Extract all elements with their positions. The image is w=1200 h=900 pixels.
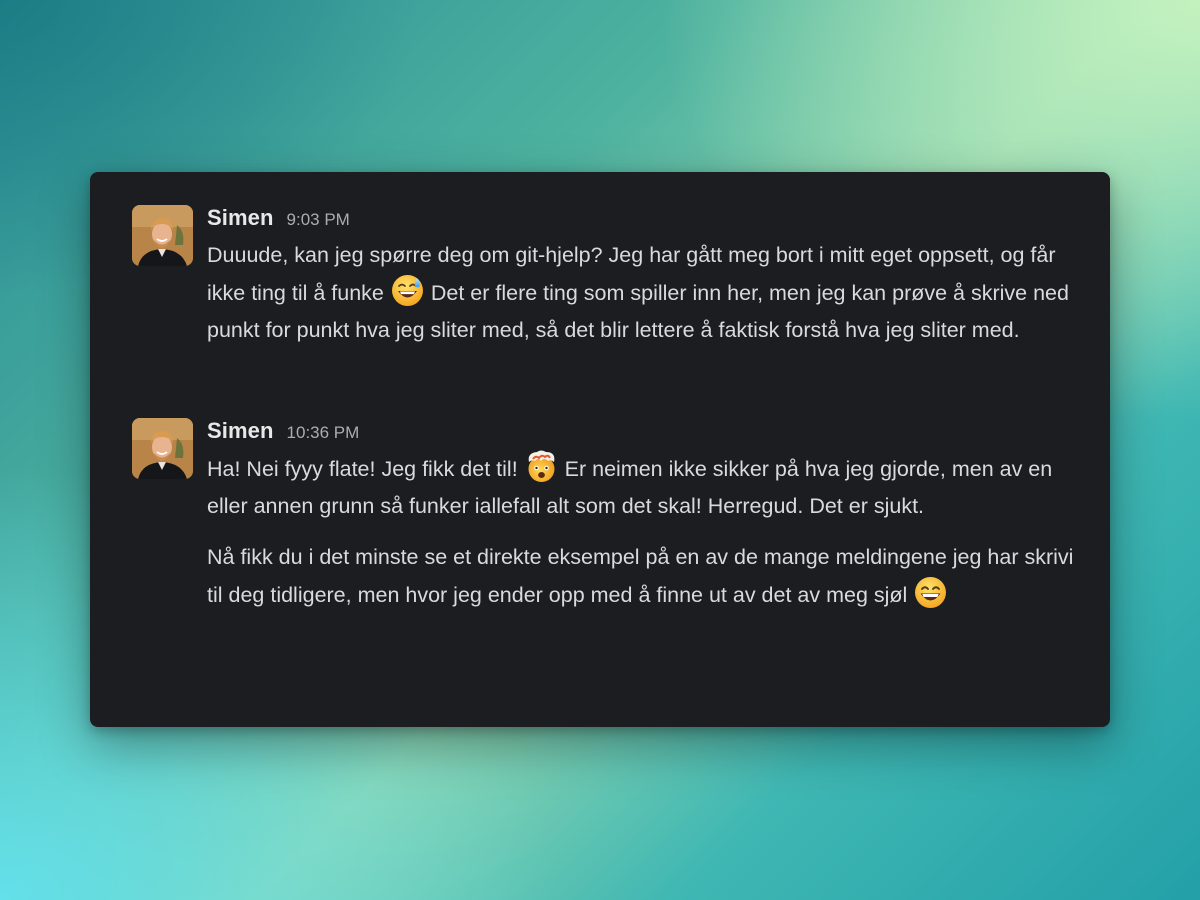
avatar[interactable]	[132, 205, 193, 266]
grinning-sweat-emoji-icon	[391, 274, 424, 307]
message-body: Simen 10:36 PM Ha! Nei fyyy flate! Jeg f…	[207, 418, 1080, 614]
message-card: Simen 9:03 PM Duuude, kan jeg spørre deg…	[90, 172, 1110, 727]
grinning-emoji-icon	[914, 576, 947, 609]
author-name[interactable]: Simen	[207, 418, 274, 444]
message-text-part: Ha! Nei fyyy flate! Jeg fikk det til!	[207, 457, 518, 481]
avatar[interactable]	[132, 418, 193, 479]
message-text: Duuude, kan jeg spørre deg om git-hjelp?…	[207, 237, 1087, 349]
message: Simen 10:36 PM Ha! Nei fyyy flate! Jeg f…	[132, 418, 1080, 614]
exploding-head-emoji-icon	[525, 450, 558, 483]
message-body: Simen 9:03 PM Duuude, kan jeg spørre deg…	[207, 205, 1080, 349]
avatar-portrait-icon	[132, 418, 193, 479]
message-text: Ha! Nei fyyy flate! Jeg fikk det til! Er…	[207, 450, 1087, 525]
message-header: Simen 10:36 PM	[207, 418, 1080, 448]
timestamp[interactable]: 10:36 PM	[287, 423, 360, 443]
message-text: Nå fikk du i det minste se et direkte ek…	[207, 539, 1087, 614]
author-name[interactable]: Simen	[207, 205, 274, 231]
avatar-portrait-icon	[132, 205, 193, 266]
timestamp[interactable]: 9:03 PM	[287, 210, 350, 230]
message: Simen 9:03 PM Duuude, kan jeg spørre deg…	[132, 205, 1080, 349]
message-header: Simen 9:03 PM	[207, 205, 1080, 235]
